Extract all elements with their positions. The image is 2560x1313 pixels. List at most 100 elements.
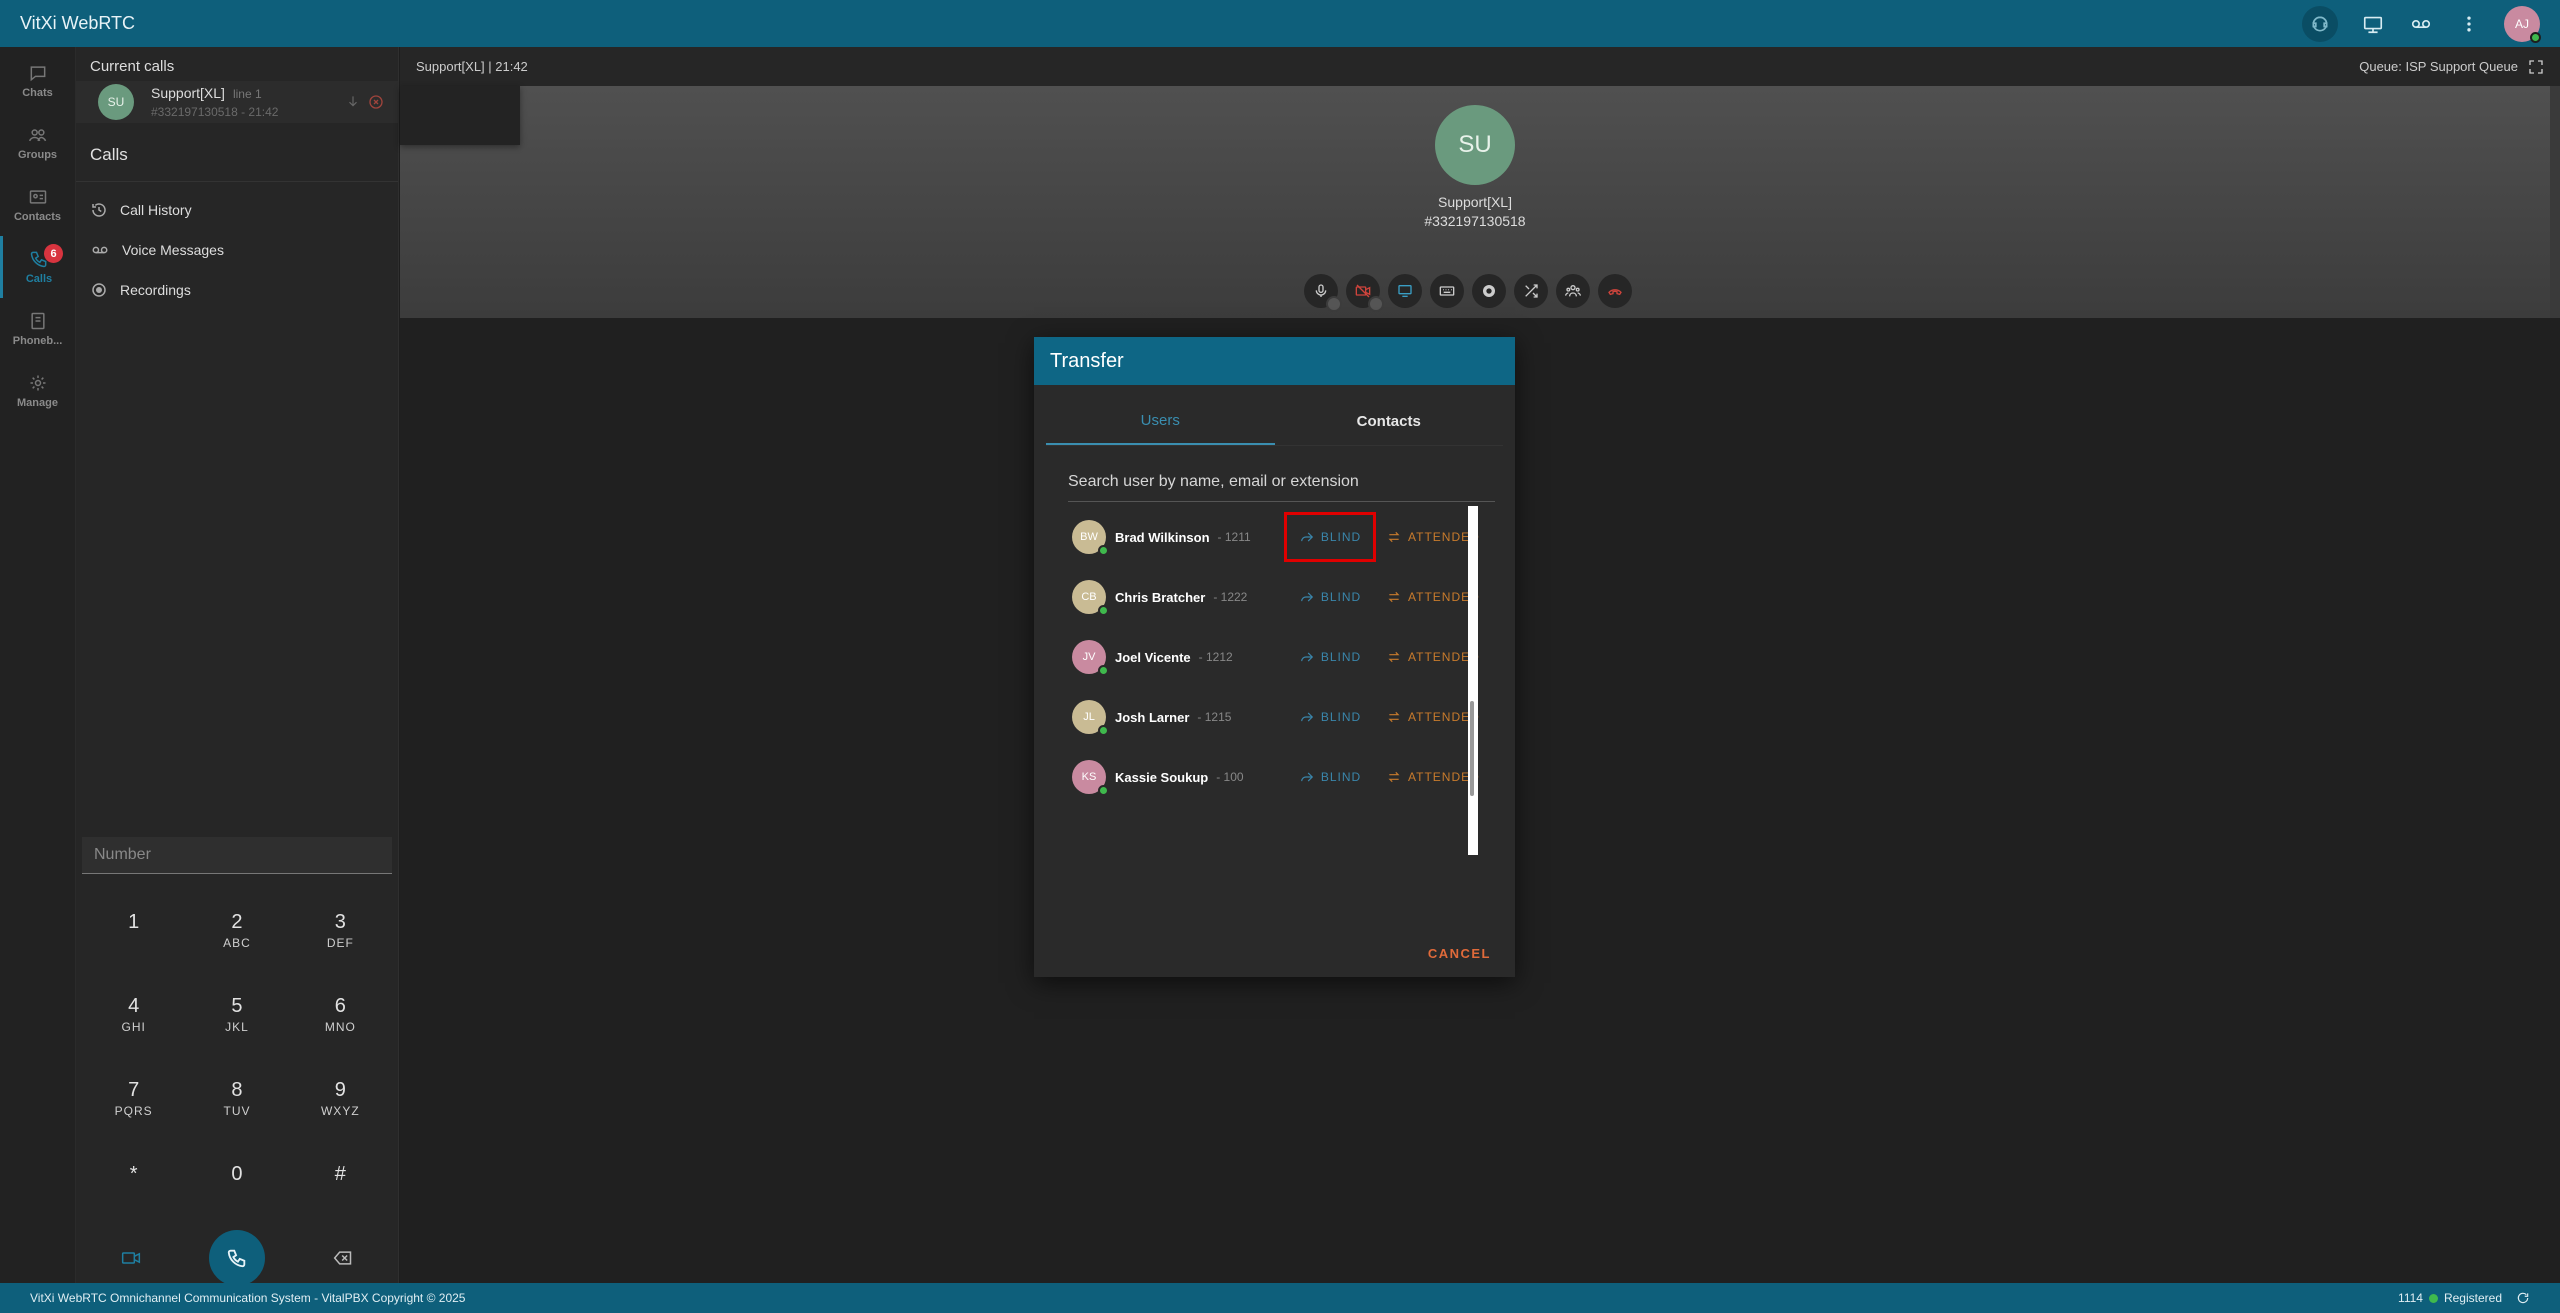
- blind-transfer-button[interactable]: BLIND: [1284, 632, 1376, 682]
- peer-number: #332197130518: [1424, 213, 1526, 229]
- blind-label: BLIND: [1320, 530, 1362, 544]
- rail-item-phonebook[interactable]: Phoneb...: [0, 298, 75, 360]
- user-name: Chris Bratcher: [1115, 589, 1206, 605]
- user-list-scrollbar[interactable]: [1468, 506, 1478, 855]
- video-off-icon: [1355, 284, 1371, 298]
- more-vert-icon[interactable]: [2456, 11, 2482, 37]
- cancel-button[interactable]: CANCEL: [1428, 946, 1491, 961]
- conference-button[interactable]: [1556, 274, 1590, 308]
- menu-call-history[interactable]: Call History: [76, 190, 398, 230]
- queue-info: Queue: ISP Support Queue: [2359, 59, 2544, 75]
- user-avatar: JL: [1072, 700, 1109, 736]
- voicemail-icon[interactable]: [2408, 11, 2434, 37]
- screen-share-icon: [1398, 285, 1412, 297]
- dial-key-5[interactable]: 5 JKL: [185, 972, 288, 1056]
- main-scrollbar[interactable]: [2550, 86, 2560, 318]
- dial-key-1[interactable]: 1: [82, 888, 185, 972]
- registration-status: 1114 Registered: [2398, 1291, 2530, 1305]
- blind-transfer-button[interactable]: BLIND: [1284, 692, 1376, 742]
- dial-key-digit: 9: [334, 1078, 346, 1101]
- blind-transfer-button[interactable]: BLIND: [1284, 752, 1376, 802]
- video-call-icon[interactable]: [111, 1248, 151, 1268]
- online-status-icon: [1098, 785, 1109, 796]
- hangup-circle-icon[interactable]: [368, 94, 384, 110]
- blind-transfer-button[interactable]: BLIND: [1284, 572, 1376, 622]
- rail-label-chats: Chats: [22, 87, 53, 99]
- dial-key-6[interactable]: 6 MNO: [289, 972, 392, 1056]
- video-toggle-button[interactable]: [1346, 274, 1384, 312]
- user-search-input[interactable]: [1068, 464, 1495, 500]
- swap-arrows-icon: [1388, 531, 1400, 543]
- record-icon: [92, 283, 106, 297]
- mute-button[interactable]: [1304, 274, 1342, 312]
- screen-share-button[interactable]: [1388, 274, 1422, 308]
- fullscreen-icon[interactable]: [2528, 59, 2544, 75]
- rail-item-groups[interactable]: Groups: [0, 112, 75, 174]
- queue-label: Queue: ISP Support Queue: [2359, 59, 2518, 74]
- online-status-icon: [1098, 605, 1109, 616]
- tab-users[interactable]: Users: [1046, 397, 1275, 445]
- blind-transfer-button[interactable]: BLIND: [1284, 512, 1376, 562]
- video-options-icon[interactable]: [1368, 296, 1384, 312]
- refresh-icon[interactable]: [2516, 1291, 2530, 1305]
- peer-avatar: SU: [1435, 105, 1515, 185]
- dial-key-digit: 8: [231, 1078, 243, 1101]
- blind-label: BLIND: [1320, 710, 1362, 724]
- menu-voice-messages[interactable]: Voice Messages: [76, 230, 398, 270]
- number-input[interactable]: [82, 837, 392, 874]
- footer-copyright: VitXi WebRTC Omnichannel Communication S…: [30, 1291, 466, 1305]
- user-avatar-initials: JL: [1083, 711, 1095, 723]
- dial-key-0[interactable]: 0: [185, 1140, 288, 1224]
- calls-badge: 6: [44, 244, 63, 263]
- current-call-info: Support[XL] line 1 #332197130518 - 21:42: [151, 84, 346, 121]
- rail-item-manage[interactable]: Manage: [0, 360, 75, 422]
- active-call-panel: SU Support[XL] #332197130518: [400, 86, 2550, 318]
- dial-key-letters: ABC: [223, 935, 251, 950]
- current-call-line: line 1: [232, 86, 262, 101]
- forward-arrow-icon: [1300, 652, 1313, 662]
- user-row-brad-wilkinson: BW Brad Wilkinson - 1211 BLIND ATTENDED: [1072, 507, 1482, 567]
- dial-key-3[interactable]: 3 DEF: [289, 888, 392, 972]
- user-name: Brad Wilkinson: [1115, 529, 1210, 545]
- keypad-button[interactable]: [1430, 274, 1464, 308]
- menu-voice-messages-label: Voice Messages: [122, 242, 224, 258]
- record-button[interactable]: [1472, 274, 1506, 308]
- rail-item-contacts[interactable]: Contacts: [0, 174, 75, 236]
- hangup-button[interactable]: [1598, 274, 1632, 308]
- mic-options-icon[interactable]: [1326, 296, 1342, 312]
- dial-key-7[interactable]: 7 PQRS: [82, 1056, 185, 1140]
- call-button[interactable]: [209, 1230, 265, 1286]
- dial-key-letters: JKL: [225, 1019, 249, 1034]
- dial-key-9[interactable]: 9 WXYZ: [289, 1056, 392, 1140]
- dial-key-star[interactable]: *: [82, 1140, 185, 1224]
- dial-key-8[interactable]: 8 TUV: [185, 1056, 288, 1140]
- menu-call-history-label: Call History: [120, 202, 192, 218]
- transfer-button[interactable]: [1514, 274, 1548, 308]
- tab-contacts[interactable]: Contacts: [1275, 397, 1504, 445]
- contacts-icon: [29, 190, 46, 204]
- user-extension: - 1222: [1213, 590, 1248, 604]
- current-call-name: Support[XL]: [151, 84, 225, 101]
- dial-key-letters: WXYZ: [320, 1103, 360, 1118]
- user-extension: - 1212: [1198, 650, 1233, 664]
- dial-key-2[interactable]: 2 ABC: [185, 888, 288, 972]
- arrow-down-icon[interactable]: [346, 94, 360, 108]
- dial-key-4[interactable]: 4 GHI: [82, 972, 185, 1056]
- nav-rail: Chats Groups Contacts Calls 6 Phoneb... …: [0, 47, 76, 1283]
- call-controls: [1304, 274, 1632, 312]
- dialpad-grid-icon[interactable]: [2360, 11, 2386, 37]
- dial-key-hash[interactable]: #: [289, 1140, 392, 1224]
- shuffle-icon: [1525, 284, 1538, 298]
- current-call-item[interactable]: SU Support[XL] line 1 #332197130518 - 21:…: [76, 81, 398, 123]
- record-icon: [1483, 285, 1495, 297]
- user-avatar[interactable]: AJ: [2504, 5, 2541, 43]
- support-icon[interactable]: [2302, 5, 2338, 42]
- rail-item-chats[interactable]: Chats: [0, 50, 75, 112]
- menu-recordings-label: Recordings: [120, 282, 191, 298]
- transfer-tabs: Users Contacts: [1046, 397, 1503, 446]
- menu-recordings[interactable]: Recordings: [76, 270, 398, 310]
- backspace-icon[interactable]: [323, 1248, 363, 1268]
- online-status-icon: [2530, 31, 2541, 43]
- user-list-scroll-thumb[interactable]: [1470, 701, 1474, 796]
- rail-item-calls[interactable]: Calls 6: [0, 236, 75, 298]
